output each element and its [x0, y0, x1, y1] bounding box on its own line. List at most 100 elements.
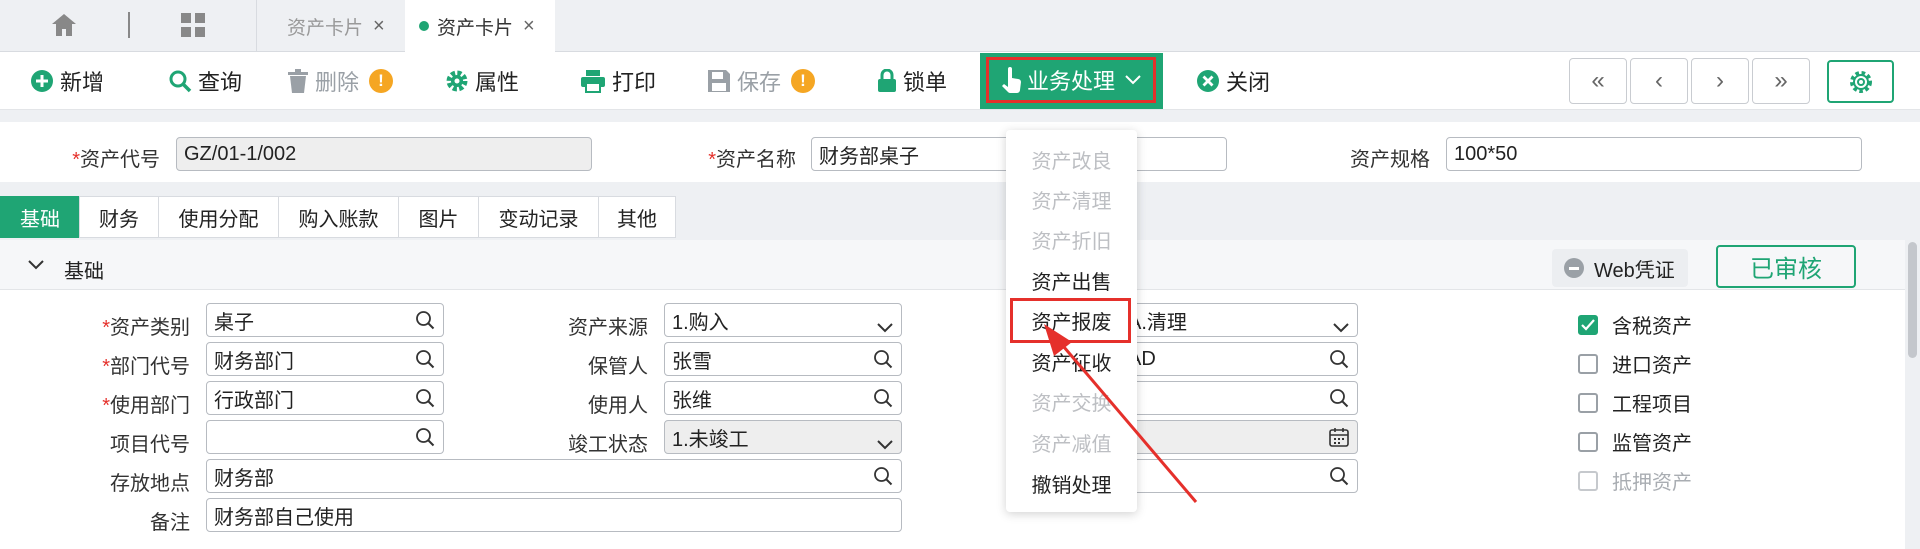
home-icon[interactable]	[50, 12, 78, 38]
project-code-input[interactable]	[206, 420, 444, 454]
close-icon[interactable]: ×	[523, 15, 535, 38]
grid-icon[interactable]	[180, 12, 206, 38]
checkbox-imported[interactable]: 进口资产	[1578, 349, 1692, 378]
completion-select[interactable]: 1.未竣工	[664, 420, 902, 454]
asset-spec-input[interactable]: 100*50	[1446, 137, 1862, 171]
checkbox-box[interactable]	[1578, 353, 1598, 374]
checkbox-label: 工程项目	[1612, 394, 1692, 416]
add-label: 新增	[60, 70, 105, 95]
checkbox-label: 抵押资产	[1612, 472, 1692, 494]
location-label: 存放地点	[110, 473, 190, 495]
warning-icon: !	[369, 69, 394, 93]
checkbox-box[interactable]	[1578, 470, 1598, 491]
query-button[interactable]: 查询	[168, 52, 242, 110]
search-icon[interactable]	[415, 388, 435, 414]
user-input[interactable]: 张维	[664, 381, 902, 415]
location-input[interactable]: 财务部	[206, 459, 902, 493]
chevron-down-icon	[1125, 75, 1141, 85]
printer-icon	[580, 69, 606, 93]
properties-button[interactable]: 属性	[445, 52, 519, 110]
search-icon[interactable]	[1329, 388, 1349, 414]
status-badge: 已审核	[1716, 245, 1856, 288]
checkbox-engineering[interactable]: 工程项目	[1578, 388, 1692, 417]
use-dept-input[interactable]: 行政部门	[206, 381, 444, 415]
add-button[interactable]: 新增	[30, 52, 104, 110]
menu-item-improve[interactable]: 资产改良	[1006, 139, 1137, 179]
category-label: *资产类别	[102, 317, 190, 339]
settings-button[interactable]	[1827, 60, 1894, 103]
dept-code-label: *部门代号	[102, 356, 190, 378]
tab-asset-card-2[interactable]: 资产卡片 ×	[405, 0, 555, 52]
chevron-down-icon[interactable]	[28, 260, 44, 270]
minus-circle-icon	[1564, 258, 1584, 278]
tab-asset-card-1[interactable]: 资产卡片 ×	[257, 0, 405, 52]
source-select[interactable]: 1.购入	[664, 303, 902, 337]
print-button[interactable]: 打印	[580, 52, 656, 110]
save-button[interactable]: 保存 !	[707, 52, 816, 110]
print-label: 打印	[612, 70, 657, 95]
business-label: 业务处理	[1026, 69, 1115, 94]
web-voucher-button[interactable]: Web凭证	[1552, 249, 1688, 287]
scrollbar[interactable]	[1905, 240, 1920, 360]
checkbox-box[interactable]	[1578, 314, 1598, 335]
subtab-basic[interactable]: 基础	[0, 196, 80, 238]
search-icon[interactable]	[1329, 466, 1349, 492]
calendar-icon[interactable]	[1329, 427, 1349, 453]
menu-item-sale[interactable]: 资产出售	[1006, 260, 1137, 300]
gear-icon	[445, 69, 469, 93]
subtab-change-log[interactable]: 变动记录	[478, 196, 599, 238]
checkbox-mortgaged[interactable]: 抵押资产	[1578, 466, 1692, 495]
close-icon[interactable]: ×	[373, 15, 385, 38]
close-label: 关闭	[1226, 70, 1271, 95]
checkbox-label: 监管资产	[1612, 433, 1692, 455]
subtab-usage-allocation[interactable]: 使用分配	[158, 196, 279, 238]
remark-input[interactable]: 财务部自己使用	[206, 498, 902, 532]
subtab-images[interactable]: 图片	[398, 196, 479, 238]
keeper-input[interactable]: 张雪	[664, 342, 902, 376]
trash-icon	[287, 69, 309, 93]
search-icon	[168, 69, 192, 93]
lock-button[interactable]: 锁单	[877, 52, 947, 110]
last-record-button[interactable]: »	[1752, 58, 1810, 104]
completion-label: 竣工状态	[568, 434, 648, 456]
category-input[interactable]: 桌子	[206, 303, 444, 337]
next-record-button[interactable]: ›	[1691, 58, 1749, 104]
section-title: 基础	[64, 261, 104, 283]
checkbox-box[interactable]	[1578, 431, 1598, 452]
project-code-label: 项目代号	[110, 434, 190, 456]
settings-gear-icon	[1848, 69, 1874, 95]
subtab-finance[interactable]: 财务	[79, 196, 159, 238]
asset-code-input[interactable]: GZ/01-1/002	[176, 137, 592, 171]
pointer-hand-icon	[1001, 67, 1023, 93]
checkbox-supervised[interactable]: 监管资产	[1578, 427, 1692, 456]
search-icon[interactable]	[873, 388, 893, 414]
subtab-purchase-account[interactable]: 购入账款	[278, 196, 399, 238]
chevron-down-icon	[877, 433, 893, 456]
first-record-button[interactable]: «	[1569, 58, 1627, 104]
subtab-other[interactable]: 其他	[598, 196, 676, 238]
dept-code-input[interactable]: 财务部门	[206, 342, 444, 376]
search-icon[interactable]	[873, 466, 893, 492]
search-icon[interactable]	[415, 349, 435, 375]
delete-button[interactable]: 删除 !	[287, 52, 394, 110]
user-label: 使用人	[588, 395, 648, 417]
checkbox-label: 进口资产	[1612, 355, 1692, 377]
prev-record-button[interactable]: ‹	[1630, 58, 1688, 104]
close-button[interactable]: 关闭	[1196, 52, 1270, 110]
menu-item-depreciation[interactable]: 资产折旧	[1006, 219, 1137, 259]
search-icon[interactable]	[415, 427, 435, 453]
search-icon[interactable]	[415, 310, 435, 336]
checkbox-box[interactable]	[1578, 392, 1598, 413]
floppy-icon	[707, 69, 731, 93]
close-circle-icon	[1196, 69, 1220, 93]
checkbox-tax-included[interactable]: 含税资产	[1578, 310, 1692, 339]
remark-label: 备注	[150, 512, 190, 534]
business-button[interactable]: 业务处理	[986, 57, 1156, 103]
search-icon[interactable]	[873, 349, 893, 375]
chevron-down-icon	[1333, 316, 1349, 339]
search-icon[interactable]	[1329, 349, 1349, 375]
tab-label: 资产卡片	[437, 17, 514, 39]
tab-divider	[128, 12, 130, 38]
menu-item-clear[interactable]: 资产清理	[1006, 179, 1137, 219]
chevron-down-icon	[877, 316, 893, 339]
